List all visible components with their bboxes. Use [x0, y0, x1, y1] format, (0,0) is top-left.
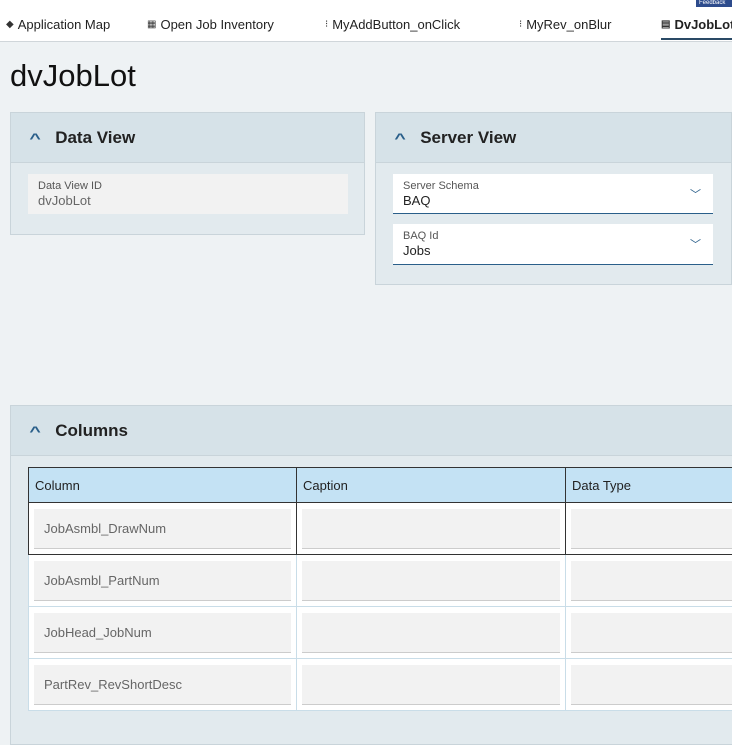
data-type-cell[interactable]	[571, 613, 732, 653]
column-cell[interactable]: PartRev_RevShortDesc	[34, 665, 291, 705]
tab-myrev-onblur[interactable]: ⁝MyRev_onBlur	[519, 17, 611, 32]
chevron-up-icon[interactable]: ^	[394, 130, 405, 146]
caption-cell[interactable]	[302, 509, 560, 549]
chevron-up-icon[interactable]: ^	[29, 130, 40, 146]
chevron-down-icon[interactable]: ﹀	[690, 236, 701, 252]
flow-icon: ⁝	[325, 19, 328, 30]
columns-grid: Column Caption Data Type JobAsmbl_DrawNu…	[28, 467, 732, 711]
dataview-icon: ▤	[661, 19, 670, 30]
diamond-icon: ◆	[6, 19, 14, 30]
server-view-panel: ^Server View Server Schema BAQ ﹀ BAQ Id …	[375, 112, 732, 285]
chevron-down-icon[interactable]: ﹀	[690, 186, 701, 202]
flow-icon: ⁝	[519, 19, 522, 30]
data-type-cell[interactable]	[571, 509, 732, 549]
column-header-caption[interactable]: Caption	[297, 468, 566, 503]
column-cell[interactable]: JobAsmbl_DrawNum	[34, 509, 291, 549]
page-title: dvJobLot	[10, 58, 136, 94]
grid-icon: ▦	[147, 19, 156, 30]
feedback-button[interactable]: Feedback	[696, 0, 732, 7]
table-row[interactable]: JobHead_JobNum	[29, 607, 732, 659]
data-type-cell[interactable]	[571, 561, 732, 601]
tab-bar: ◆Application Map ▦Open Job Inventory ⁝My…	[0, 0, 732, 42]
caption-cell[interactable]	[302, 665, 560, 705]
columns-panel: ^Columns Column Caption Data Type JobAsm…	[10, 405, 732, 745]
data-view-header[interactable]: ^Data View	[11, 113, 364, 163]
caption-cell[interactable]	[302, 613, 560, 653]
table-row[interactable]: JobAsmbl_DrawNum	[29, 503, 732, 555]
column-cell[interactable]: JobHead_JobNum	[34, 613, 291, 653]
data-view-id-field: Data View ID dvJobLot	[28, 174, 348, 214]
column-header-data-type[interactable]: Data Type	[566, 468, 732, 503]
server-view-header[interactable]: ^Server View	[376, 113, 731, 163]
data-type-cell[interactable]	[571, 665, 732, 705]
columns-header[interactable]: ^Columns	[11, 406, 732, 456]
chevron-up-icon[interactable]: ^	[29, 423, 40, 439]
tab-application-map[interactable]: ◆Application Map	[6, 17, 110, 32]
server-schema-select[interactable]: Server Schema BAQ ﹀	[393, 174, 713, 214]
data-view-panel: ^Data View Data View ID dvJobLot	[10, 112, 365, 235]
baq-id-select[interactable]: BAQ Id Jobs ﹀	[393, 224, 713, 265]
table-row[interactable]: JobAsmbl_PartNum	[29, 555, 732, 607]
tab-open-job-inventory[interactable]: ▦Open Job Inventory	[147, 17, 274, 32]
caption-cell[interactable]	[302, 561, 560, 601]
table-row[interactable]: PartRev_RevShortDesc	[29, 659, 732, 711]
column-header-column[interactable]: Column	[29, 468, 297, 503]
column-cell[interactable]: JobAsmbl_PartNum	[34, 561, 291, 601]
tab-myaddbutton-onclick[interactable]: ⁝MyAddButton_onClick	[325, 17, 460, 32]
tab-dvjoblot[interactable]: ▤DvJobLot	[661, 17, 732, 40]
